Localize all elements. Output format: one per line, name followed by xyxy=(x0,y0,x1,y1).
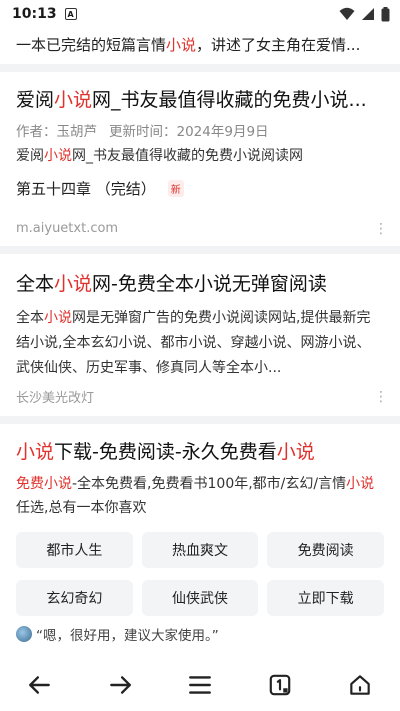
tabs-button[interactable] xyxy=(260,665,300,705)
bottom-navigation-bar xyxy=(0,659,400,711)
more-options-icon[interactable]: ⋮ xyxy=(374,222,388,236)
desc-highlight-2: 小说 xyxy=(346,476,375,492)
source-name: 长沙美光改灯 xyxy=(16,391,95,406)
latest-chapter-link[interactable]: 第五十四章 （完结） 新 xyxy=(16,178,384,199)
arrow-left-icon xyxy=(29,676,50,694)
snippet-text: 一本已完结的短篇言情 xyxy=(16,36,167,54)
result-description: 全本小说网是无弹窗广告的免费小说阅读网站,提供最新完结小说,全本玄幻小说、都市小… xyxy=(16,306,384,381)
tabs-count-icon xyxy=(269,674,291,696)
desc-part: 全本 xyxy=(16,310,44,326)
tag-button[interactable]: 热血爽文 xyxy=(141,532,259,568)
author-text: 作者：玉胡芦 xyxy=(16,124,97,140)
status-time: 10:13 xyxy=(12,6,57,22)
more-options-icon[interactable]: ⋮ xyxy=(374,390,388,404)
title-part: 爱阅 xyxy=(16,89,55,111)
desc-highlight: 小说 xyxy=(44,148,72,164)
notification-a-icon: A xyxy=(64,8,77,20)
desc-part: -全本免费看,免费看书100年,都市/玄幻/言情 xyxy=(72,476,347,492)
menu-icon xyxy=(189,676,211,694)
title-highlight-2: 小说 xyxy=(276,441,315,463)
home-button[interactable] xyxy=(340,665,380,705)
home-icon xyxy=(350,675,370,695)
snippet-highlight: 小说 xyxy=(166,36,197,54)
desc-part-2: 网_书友最值得收藏的免费小说阅读网 xyxy=(72,148,303,164)
status-icons xyxy=(339,6,390,22)
result-title-link[interactable]: 全本小说网-免费全本小说无弹窗阅读 xyxy=(16,270,384,298)
wifi-icon xyxy=(339,7,355,20)
back-button[interactable] xyxy=(20,665,60,705)
desc-highlight: 小说 xyxy=(44,310,72,326)
result-description: 免费小说-全本免费看,免费看书100年,都市/玄幻/言情小说任选,总有一本你喜欢 xyxy=(16,472,384,520)
status-bar: 10:13 A xyxy=(0,0,400,28)
result-divider xyxy=(0,416,400,424)
result-source-row: 长沙美光改灯 ⋮ xyxy=(16,387,388,407)
title-part-2: 网-免费全本小说无弹窗阅读 xyxy=(92,273,327,295)
arrow-right-icon xyxy=(110,676,131,694)
result-description: 爱阅小说网_书友最值得收藏的免费小说阅读网 xyxy=(16,144,384,168)
result-divider xyxy=(0,64,400,72)
search-result-2[interactable]: 全本小说网-免费全本小说无弹窗阅读 全本小说网是无弹窗广告的免费小说阅读网站,提… xyxy=(0,254,400,416)
updated-text: 更新时间：2024年9月9日 xyxy=(109,124,269,140)
title-part: 全本 xyxy=(16,273,55,295)
title-part-2: 网_书友最值得收藏的免费小说... xyxy=(92,89,367,111)
signal-icon xyxy=(362,8,374,20)
search-result-1[interactable]: 爱阅小说网_书友最值得收藏的免费小说... 作者：玉胡芦 更新时间：2024年9月… xyxy=(0,72,400,246)
result-divider xyxy=(0,246,400,254)
chapter-text: 第五十四章 （完结） xyxy=(16,180,156,198)
source-url: m.aiyuetxt.com xyxy=(16,221,119,236)
result-source-row: m.aiyuetxt.com ⋮ xyxy=(16,221,388,236)
tag-button[interactable]: 免费阅读 xyxy=(267,532,384,568)
desc-part-2: 任选,总有一本你喜欢 xyxy=(16,500,147,516)
result-title-link[interactable]: 爱阅小说网_书友最值得收藏的免费小说... xyxy=(16,86,384,114)
tag-button[interactable]: 都市人生 xyxy=(16,532,133,568)
forward-button[interactable] xyxy=(100,665,140,705)
previous-result-snippet: 一本已完结的短篇言情小说，讲述了女主角在爱情... xyxy=(0,28,400,64)
battery-icon xyxy=(381,6,390,21)
desc-part: 爱阅 xyxy=(16,148,44,164)
title-part: 下载-免费阅读-永久免费看 xyxy=(54,441,277,463)
review-text: “嗯，很好用，建议大家使用。” xyxy=(36,628,219,644)
desc-highlight: 免费小说 xyxy=(16,476,72,492)
title-highlight: 小说 xyxy=(54,89,93,111)
search-result-3[interactable]: 小说下载-免费阅读-永久免费看小说 免费小说-全本免费看,免费看书100年,都市… xyxy=(0,424,400,654)
user-review: “嗯，很好用，建议大家使用。” xyxy=(16,624,384,644)
title-highlight: 小说 xyxy=(16,441,55,463)
menu-button[interactable] xyxy=(180,665,220,705)
snippet-text-suffix: ，讲述了女主角在爱情... xyxy=(196,36,361,54)
tag-button[interactable]: 玄幻奇幻 xyxy=(16,580,133,616)
tag-button[interactable]: 仙侠武侠 xyxy=(141,580,259,616)
reviewer-avatar xyxy=(16,626,32,642)
category-tag-grid: 都市人生 热血爽文 免费阅读 玄幻奇幻 仙侠武侠 立即下载 xyxy=(16,532,384,616)
result-meta: 作者：玉胡芦 更新时间：2024年9月9日 xyxy=(16,120,384,140)
new-badge: 新 xyxy=(167,180,184,197)
title-highlight: 小说 xyxy=(54,273,93,295)
result-title-link[interactable]: 小说下载-免费阅读-永久免费看小说 xyxy=(16,438,384,466)
download-button[interactable]: 立即下载 xyxy=(267,580,384,616)
